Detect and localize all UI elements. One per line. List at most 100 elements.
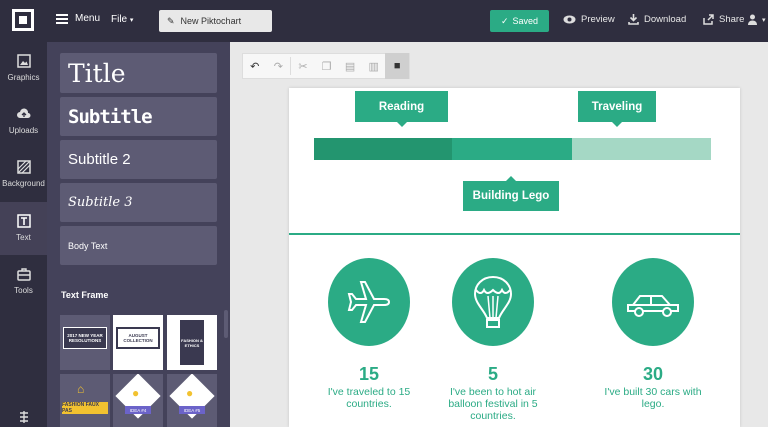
rail-label-background: Background: [2, 179, 45, 188]
top-bar: Menu File ▾ ✎ New Piktochart ✓ Saved Pre…: [0, 0, 768, 42]
toolbox-icon: [16, 268, 31, 281]
text-option-subtitle-3[interactable]: Subtitle 3: [60, 183, 217, 222]
label-traveling[interactable]: Traveling: [578, 91, 656, 127]
text-frame-thumb[interactable]: FASHION & ETHICS: [167, 315, 217, 370]
copy-icon: ❐: [321, 60, 332, 73]
share-button[interactable]: Share: [703, 14, 744, 25]
label-reading[interactable]: Reading: [355, 91, 448, 127]
image-icon: [16, 54, 31, 68]
text-frame-thumb[interactable]: 2017 NEW YEAR RESOLUTIONS: [60, 315, 110, 370]
label-lego[interactable]: Building Lego: [463, 176, 559, 211]
hot-air-balloon-icon: [473, 275, 513, 328]
text-option-title[interactable]: Title: [60, 53, 217, 93]
left-rail: Graphics Uploads Background Text Tools: [0, 42, 47, 427]
undo-button[interactable]: ↶: [243, 53, 267, 79]
rail-item-text[interactable]: Text: [0, 202, 47, 255]
preview-label: Preview: [581, 14, 615, 25]
saved-button[interactable]: ✓ Saved: [490, 10, 549, 32]
text-option-subtitle-2[interactable]: Subtitle 2: [60, 140, 217, 179]
title-value: New Piktochart: [180, 16, 242, 26]
text-frame-thumb[interactable]: ● IDEA #4: [113, 374, 163, 427]
stat-description[interactable]: I've built 30 cars with lego.: [600, 386, 706, 410]
hanger-icon: ⌂: [77, 382, 85, 396]
stat-number[interactable]: 5: [452, 364, 534, 385]
frame-text: FASHION FAUX PAS: [62, 402, 108, 414]
stat-circle-lego[interactable]: [612, 258, 694, 346]
text-option-label: Subtitle 2: [68, 151, 131, 168]
label-traveling-text: Traveling: [591, 100, 643, 113]
saved-label: Saved: [512, 16, 539, 26]
rail-label-tools: Tools: [14, 286, 33, 295]
menu-label: Menu: [75, 13, 101, 24]
bar-segment-lego[interactable]: [452, 138, 572, 160]
settings-icon[interactable]: [17, 410, 31, 424]
rail-label-uploads: Uploads: [8, 126, 39, 135]
paste-button[interactable]: ▤: [338, 53, 362, 79]
title-input[interactable]: ✎ New Piktochart: [159, 10, 272, 32]
frame-text: IDEA #4: [125, 406, 151, 414]
stat-description[interactable]: I've traveled to 15 countries.: [324, 386, 414, 410]
download-icon: [628, 14, 639, 25]
account-button[interactable]: ▾: [748, 14, 766, 25]
pencil-icon: ✎: [167, 15, 175, 26]
bar-segment-reading[interactable]: [314, 138, 452, 160]
hamburger-icon: [56, 13, 68, 24]
text-panel: Title Subtitle Subtitle 2 Subtitle 3 Bod…: [47, 42, 230, 427]
panel-scrollbar[interactable]: [224, 310, 228, 338]
stat-number[interactable]: 15: [328, 364, 410, 385]
text-option-label: Subtitle 3: [68, 195, 133, 210]
edit-toolbar: ↶ ↷ ✂ ❐ ▤ ▥ ■: [242, 53, 410, 79]
check-icon: ✓: [500, 15, 509, 26]
delete-button[interactable]: ▥: [362, 53, 386, 79]
text-icon: [16, 214, 31, 228]
chevron-down-icon: ▾: [762, 16, 766, 24]
frame-text: IDEA #5: [179, 406, 205, 414]
rail-item-uploads[interactable]: Uploads: [0, 95, 47, 148]
scissors-icon: ✂: [298, 60, 308, 73]
redo-button[interactable]: ↷: [267, 53, 291, 79]
label-reading-text: Reading: [378, 100, 425, 113]
user-icon: [748, 14, 757, 25]
text-option-subtitle[interactable]: Subtitle: [60, 97, 217, 136]
rail-item-tools[interactable]: Tools: [0, 255, 47, 308]
text-frame-thumb[interactable]: ● IDEA #5: [167, 374, 217, 427]
stat-circle-balloon[interactable]: [452, 258, 534, 346]
cloud-upload-icon: [16, 108, 30, 118]
frame-text: 2017 NEW YEAR RESOLUTIONS: [63, 327, 107, 349]
download-button[interactable]: Download: [628, 14, 686, 25]
bar-segment-traveling[interactable]: [572, 138, 711, 160]
airplane-icon: [347, 281, 391, 323]
preview-button[interactable]: Preview: [563, 14, 615, 25]
text-option-label: Title: [68, 58, 126, 88]
rail-item-background[interactable]: Background: [0, 148, 47, 201]
text-option-body[interactable]: Body Text: [60, 226, 217, 265]
rail-label-text: Text: [16, 233, 31, 242]
text-option-label: Subtitle: [68, 105, 153, 128]
rail-item-graphics[interactable]: Graphics: [0, 42, 47, 95]
copy-button[interactable]: ❐: [315, 53, 339, 79]
stat-description[interactable]: I've been to hot air balloon festival in…: [443, 386, 543, 422]
text-frame-thumb[interactable]: ⌂ FASHION FAUX PAS: [60, 374, 110, 427]
share-icon: [703, 14, 714, 25]
redo-icon: ↷: [273, 60, 283, 73]
file-menu-button[interactable]: File ▾: [111, 14, 133, 25]
frame-text: FASHION & ETHICS: [180, 320, 204, 365]
file-label: File: [111, 14, 128, 25]
layer-button[interactable]: ■: [385, 53, 410, 79]
lightbulb-icon: ●: [186, 386, 194, 400]
undo-icon: ↶: [250, 60, 260, 73]
eye-icon: [563, 15, 576, 24]
menu-button[interactable]: Menu: [56, 13, 100, 24]
rail-label-graphics: Graphics: [7, 73, 40, 82]
trash-icon: ▥: [368, 60, 379, 73]
car-icon: [627, 295, 679, 317]
layer-icon: ■: [393, 60, 401, 72]
stat-circle-travel[interactable]: [328, 258, 410, 346]
cut-button[interactable]: ✂: [291, 53, 315, 79]
frame-text: AUGUST COLLECTION: [116, 327, 160, 349]
piktochart-logo[interactable]: [12, 9, 34, 31]
text-frame-thumb[interactable]: AUGUST COLLECTION: [113, 315, 163, 370]
text-frame-heading: Text Frame: [61, 290, 109, 300]
stat-number[interactable]: 30: [612, 364, 694, 385]
share-label: Share: [719, 14, 745, 25]
